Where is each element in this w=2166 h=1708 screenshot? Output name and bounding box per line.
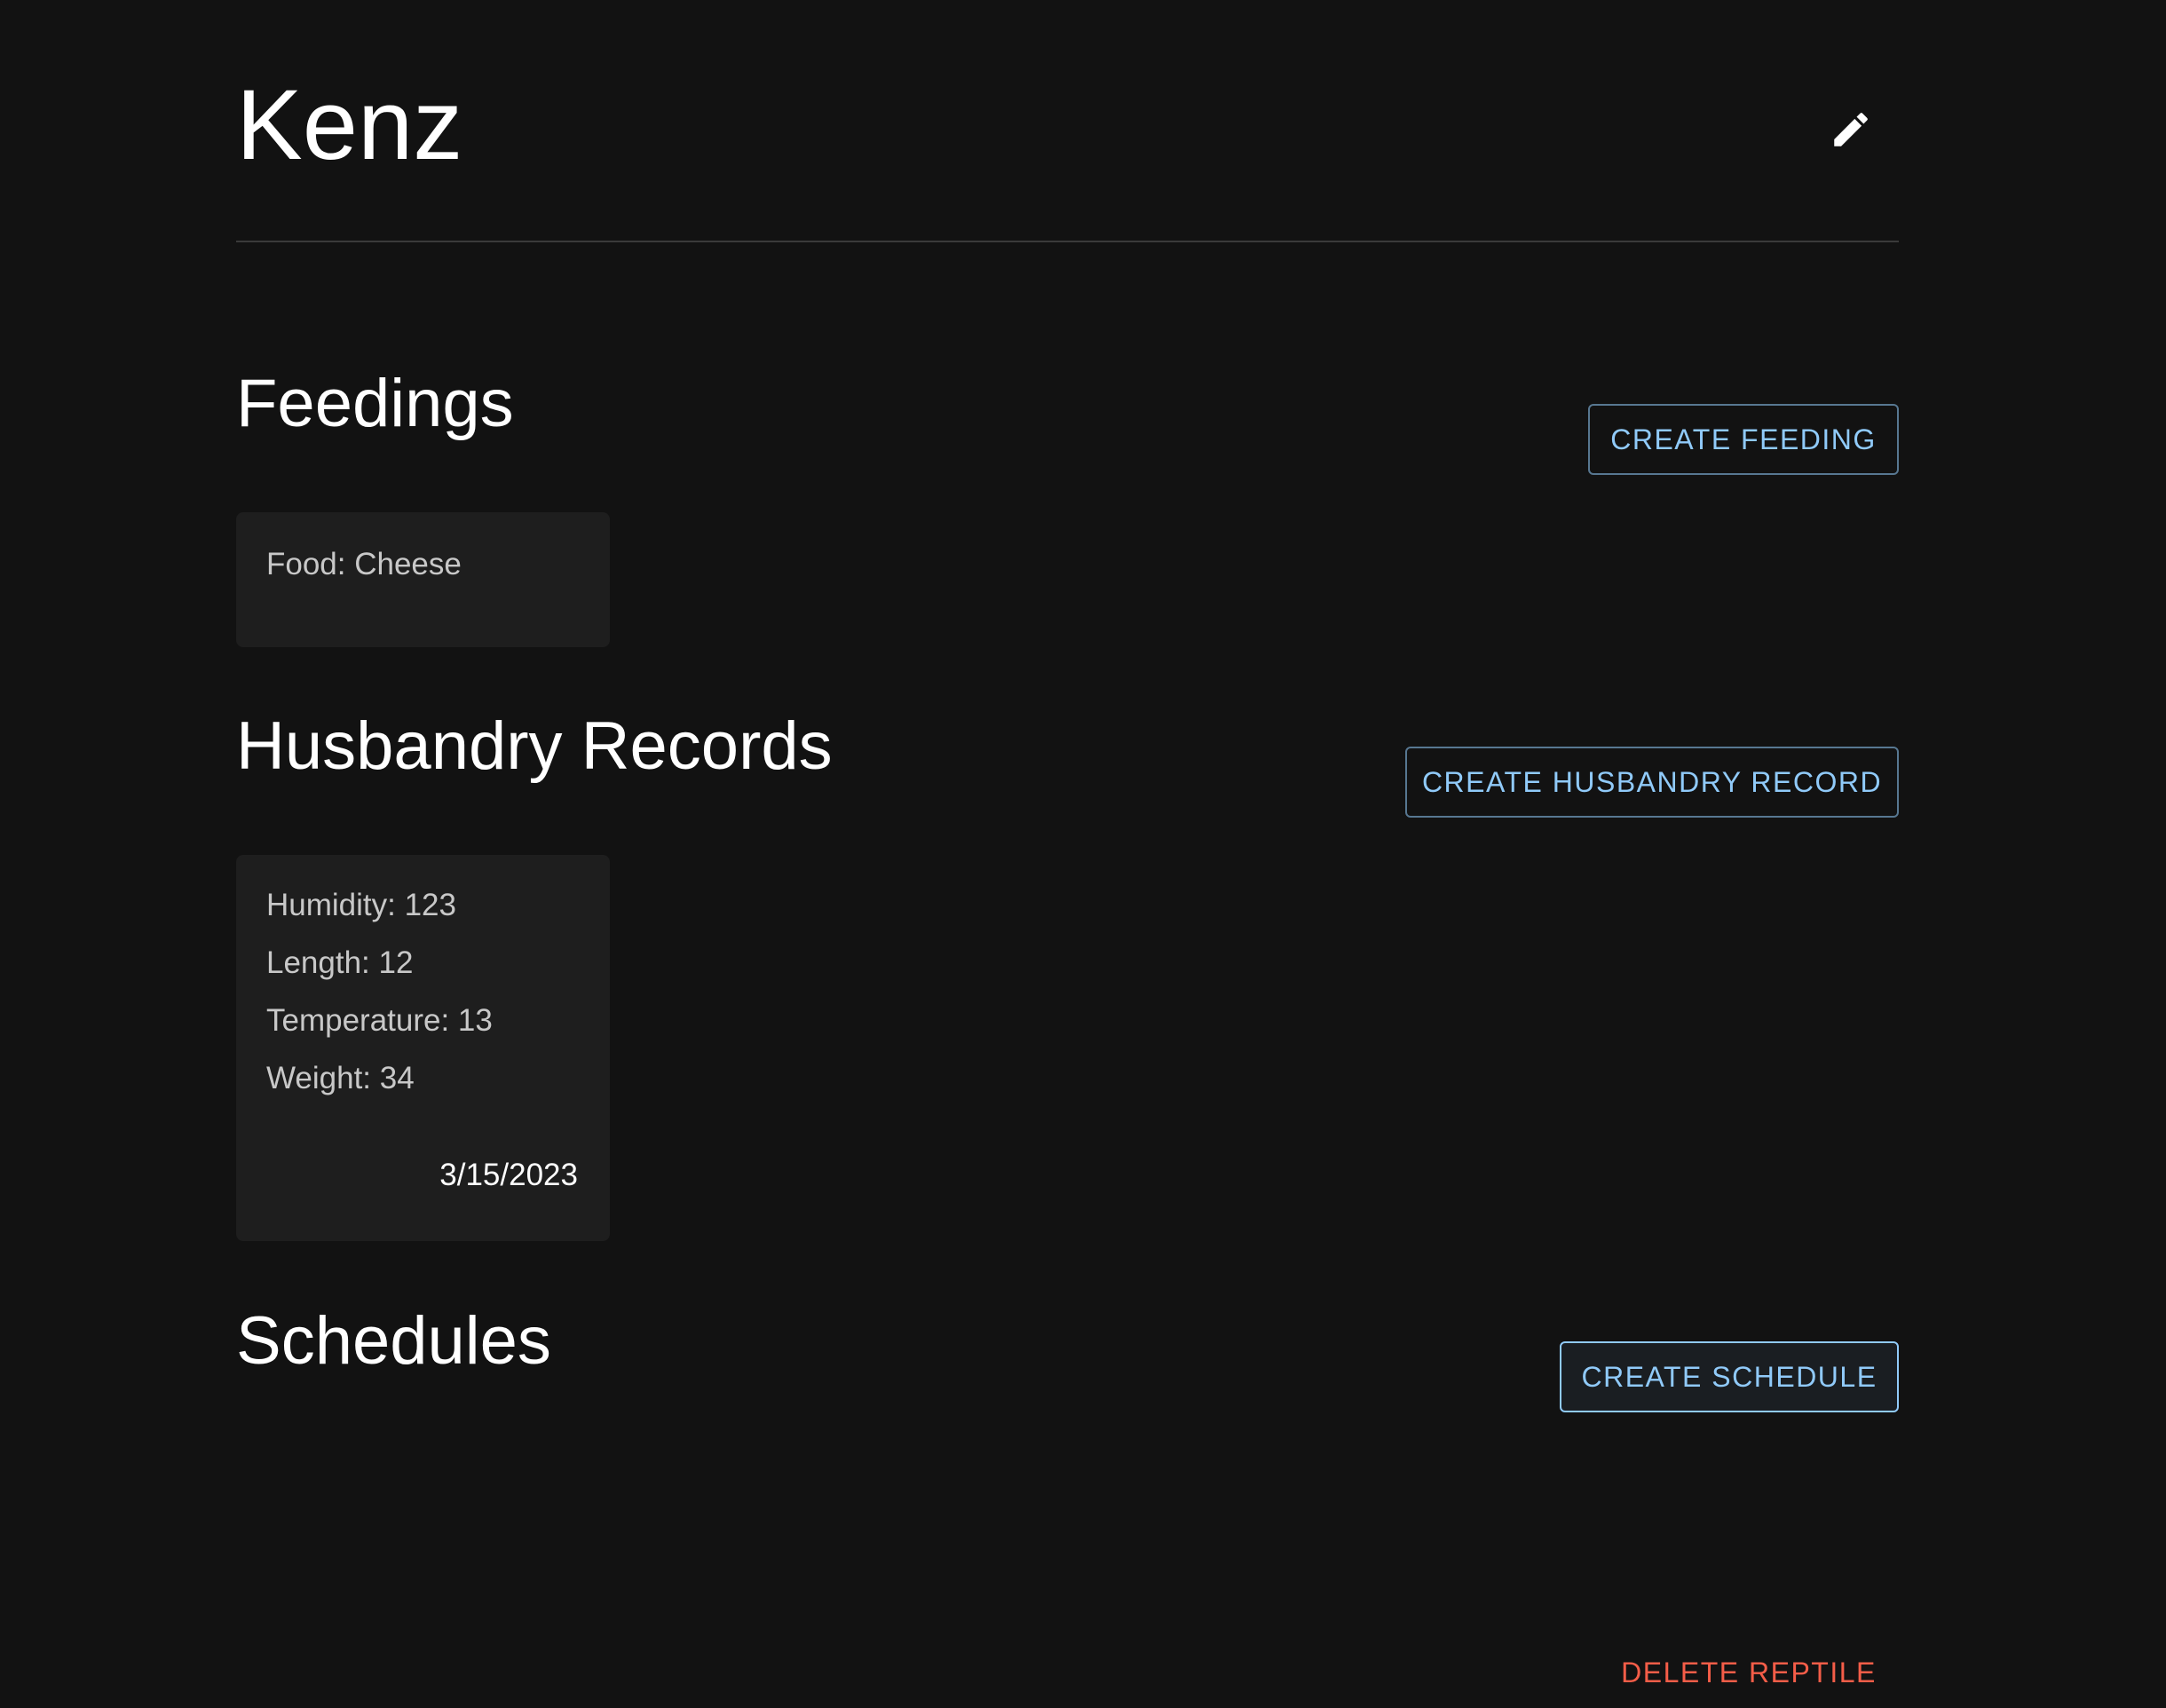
feeding-card[interactable]: Food: Cheese [236,512,610,647]
create-feeding-button[interactable]: CREATE FEEDING [1588,404,1899,475]
husbandry-date: 3/15/2023 [439,1158,578,1192]
create-schedule-button[interactable]: CREATE SCHEDULE [1560,1341,1899,1412]
schedules-heading: Schedules [236,1303,551,1379]
header-divider [236,241,1899,242]
reptile-name-title: Kenz [236,69,463,180]
husbandry-record-card[interactable]: Humidity: 123 Length: 12 Temperature: 13… [236,855,610,1241]
edit-reptile-button[interactable] [1815,94,1886,165]
husbandry-humidity: Humidity: 123 [266,888,456,922]
reptile-detail-page: Kenz Feedings CREATE FEEDING Food: Chees… [0,0,2166,1708]
husbandry-weight: Weight: 34 [266,1061,415,1095]
husbandry-heading: Husbandry Records [236,708,833,784]
pencil-icon [1834,113,1868,146]
feedings-heading: Feedings [236,366,514,441]
delete-reptile-button[interactable]: DELETE REPTILE [1616,1648,1882,1697]
page-header: Kenz [236,55,1899,241]
husbandry-length: Length: 12 [266,945,414,980]
husbandry-temperature: Temperature: 13 [266,1003,493,1038]
feeding-food: Food: Cheese [266,547,462,581]
create-husbandry-record-button[interactable]: CREATE HUSBANDRY RECORD [1405,747,1899,818]
